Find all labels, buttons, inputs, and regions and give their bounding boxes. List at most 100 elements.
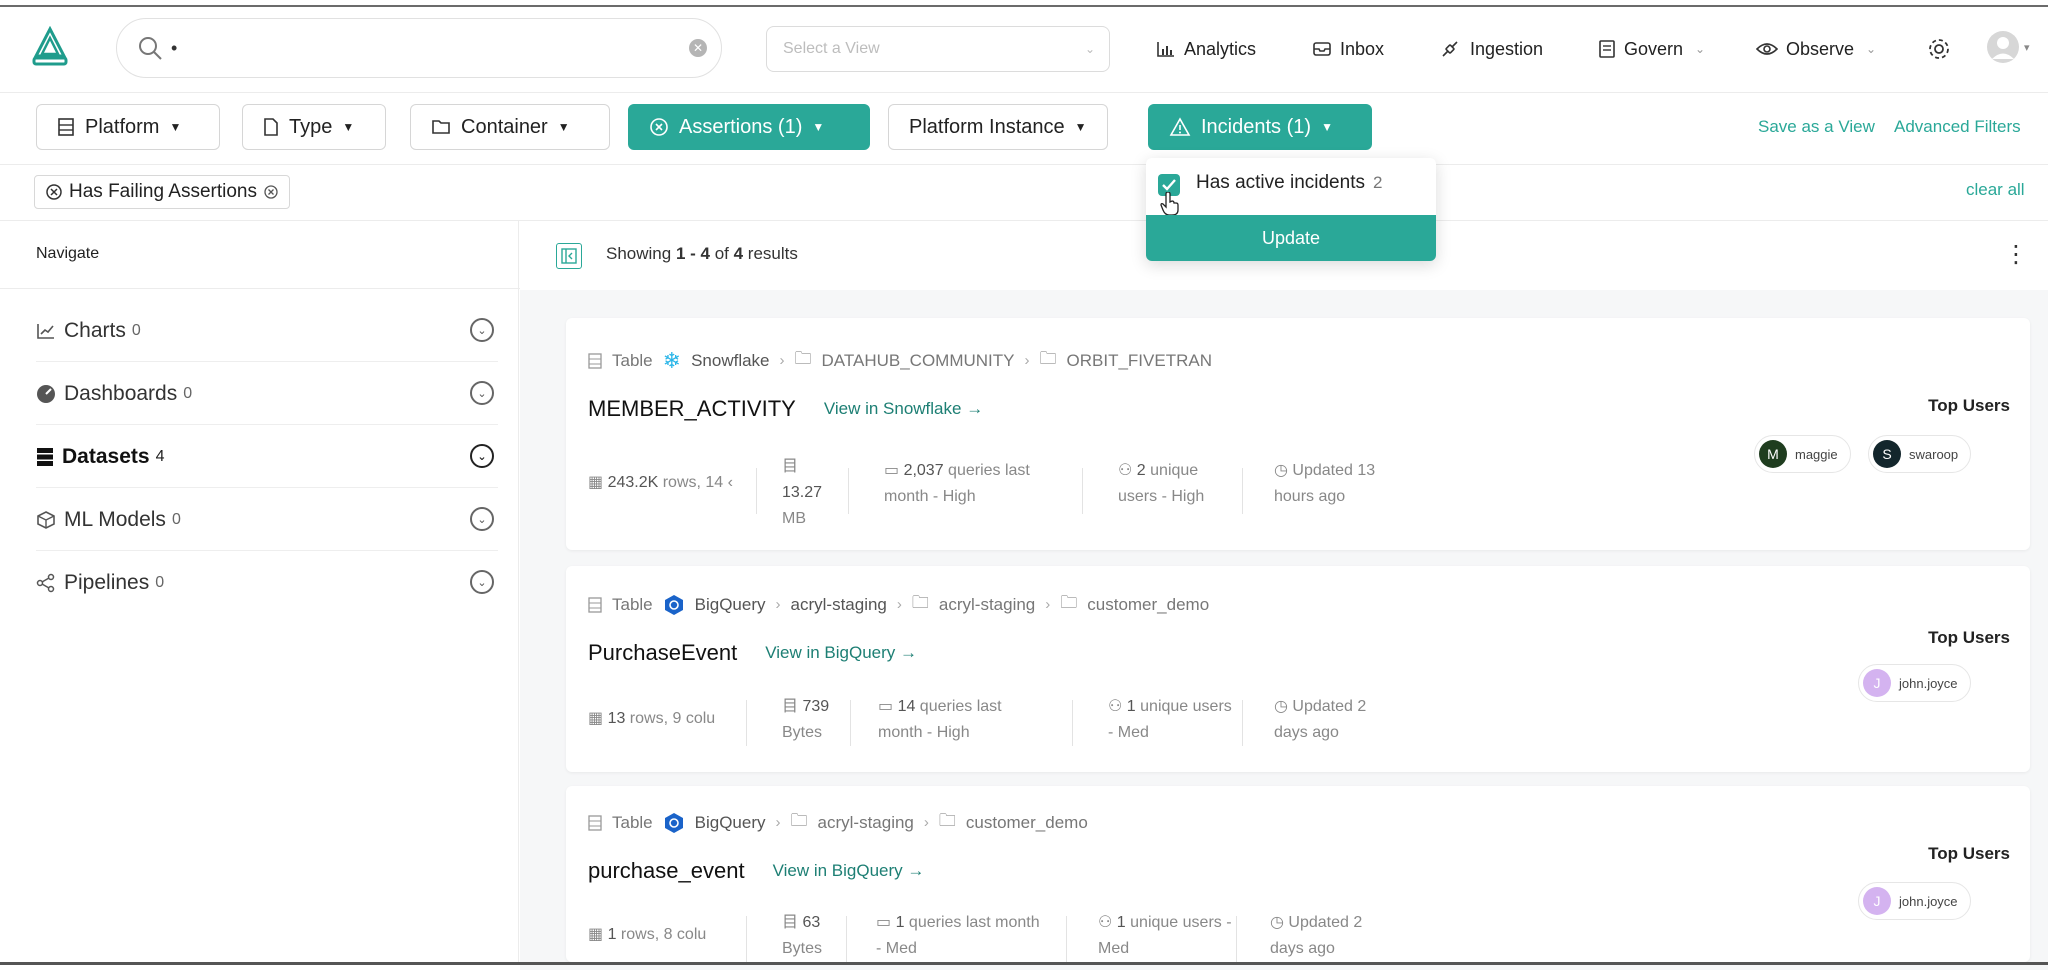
breadcrumb-container[interactable]: customer_demo bbox=[1087, 595, 1209, 615]
chevron-down-icon[interactable]: ⌄ bbox=[470, 444, 494, 468]
sidebar-title-divider bbox=[0, 288, 520, 289]
clear-all-link[interactable]: clear all bbox=[1966, 180, 2025, 200]
filter-platform[interactable]: Platform ▼ bbox=[36, 104, 220, 150]
breadcrumb-container[interactable]: acryl-staging bbox=[818, 813, 914, 833]
user-name: john.joyce bbox=[1899, 675, 1958, 691]
nav-ingestion[interactable]: Ingestion bbox=[1440, 34, 1543, 64]
breadcrumb-container[interactable]: customer_demo bbox=[966, 813, 1088, 833]
size-value: 63 bbox=[802, 914, 821, 931]
view-in-platform-link[interactable]: View in BigQuery → bbox=[765, 643, 917, 663]
user-pill[interactable]: S swaroop bbox=[1868, 435, 1972, 473]
stat-queries: ▭ 1 queries last month - Med bbox=[876, 914, 1040, 957]
folder-icon: 🗀 bbox=[938, 811, 956, 830]
stat-divider bbox=[1236, 916, 1237, 962]
breadcrumb: Table BigQuery › acryl-staging › 🗀 acryl… bbox=[588, 590, 1209, 619]
nav-analytics[interactable]: Analytics bbox=[1156, 34, 1256, 64]
collapse-sidebar-icon[interactable] bbox=[556, 243, 582, 269]
remove-filter-icon[interactable] bbox=[263, 184, 279, 200]
sidebar-vertical-divider bbox=[518, 220, 519, 962]
breadcrumb-container[interactable]: acryl-staging bbox=[939, 595, 1035, 615]
more-options-icon[interactable]: ⋮ bbox=[2004, 240, 2028, 269]
chevron-down-icon[interactable]: ⌄ bbox=[470, 318, 494, 342]
snowflake-icon: ❄ bbox=[662, 347, 682, 373]
platform-name[interactable]: Snowflake bbox=[691, 351, 769, 371]
filter-container[interactable]: Container ▼ bbox=[410, 104, 610, 150]
platform-icon bbox=[57, 117, 75, 137]
nav-govern[interactable]: Govern ⌄ bbox=[1598, 34, 1705, 64]
view-in-platform-link[interactable]: View in BigQuery → bbox=[773, 861, 925, 881]
result-card[interactable]: Table ❄ Snowflake › 🗀 DATAHUB_COMMUNITY … bbox=[566, 318, 2030, 550]
user-pill[interactable]: J john.joyce bbox=[1858, 882, 1971, 920]
sidebar-item-datasets[interactable]: Datasets 4 ⌄ bbox=[36, 426, 498, 488]
stat-updated: ◷ Updated 2 days ago bbox=[1274, 698, 1367, 741]
bigquery-icon bbox=[663, 594, 685, 616]
platform-name[interactable]: BigQuery bbox=[695, 813, 766, 833]
chevron-down-icon[interactable]: ⌄ bbox=[470, 570, 494, 594]
queries-line1: queries last bbox=[915, 698, 1002, 715]
search-input[interactable]: • bbox=[171, 38, 689, 59]
app-logo[interactable] bbox=[30, 26, 70, 70]
nav-inbox-label: Inbox bbox=[1340, 38, 1385, 59]
filter-type[interactable]: Type ▼ bbox=[242, 104, 386, 150]
updated-line1: Updated 13 bbox=[1292, 462, 1376, 479]
user-avatar[interactable]: ▾ bbox=[1986, 30, 2030, 64]
nav-observe[interactable]: Observe ⌄ bbox=[1756, 34, 1876, 64]
filter-platform-instance[interactable]: Platform Instance ▼ bbox=[888, 104, 1108, 150]
view-in-platform-link[interactable]: View in Snowflake → bbox=[824, 399, 983, 419]
save-as-view-link[interactable]: Save as a View bbox=[1758, 117, 1875, 137]
entity-name[interactable]: MEMBER_ACTIVITY bbox=[588, 396, 796, 422]
database-icon bbox=[36, 447, 54, 467]
advanced-filters-link[interactable]: Advanced Filters bbox=[1894, 117, 2021, 137]
cube-icon bbox=[36, 510, 56, 530]
sidebar-item-pipelines[interactable]: Pipelines 0 ⌄ bbox=[36, 552, 498, 614]
entity-name[interactable]: purchase_event bbox=[588, 858, 745, 884]
stats-row: ▦ 243.2K rows, 14 ‹ 目 13.27 MB ▭ 2,037 que… bbox=[588, 458, 1488, 527]
sidebar-item-count: 4 bbox=[155, 448, 165, 465]
stat-divider bbox=[746, 700, 747, 746]
entity-name[interactable]: PurchaseEvent bbox=[588, 640, 737, 666]
search-bar[interactable]: • ✕ bbox=[116, 18, 722, 78]
breadcrumb-container[interactable]: ORBIT_FIVETRAN bbox=[1067, 351, 1212, 371]
filter-assertions-label: Assertions (1) bbox=[679, 115, 803, 138]
nav-inbox[interactable]: Inbox bbox=[1312, 34, 1384, 64]
queries-value: 2,037 bbox=[903, 462, 944, 479]
results-of: of bbox=[709, 244, 734, 263]
share-icon bbox=[36, 573, 56, 593]
queries-line1: queries last bbox=[943, 462, 1030, 479]
updated-line2: hours ago bbox=[1274, 488, 1346, 505]
breadcrumb-container[interactable]: acryl-staging bbox=[791, 595, 887, 615]
filter-incidents[interactable]: Incidents (1) ▼ bbox=[1148, 104, 1372, 150]
chevron-down-icon[interactable]: ⌄ bbox=[470, 381, 494, 405]
caret-down-icon: ▼ bbox=[342, 120, 355, 134]
update-button[interactable]: Update bbox=[1146, 215, 1436, 261]
sidebar-item-divider bbox=[36, 424, 498, 425]
filter-assertions[interactable]: Assertions (1) ▼ bbox=[628, 104, 870, 150]
chevron-down-icon[interactable]: ⌄ bbox=[470, 507, 494, 531]
user-pill[interactable]: J john.joyce bbox=[1858, 664, 1971, 702]
stat-divider bbox=[1082, 468, 1083, 514]
platform-name[interactable]: BigQuery bbox=[695, 595, 766, 615]
breadcrumb-container[interactable]: DATAHUB_COMMUNITY bbox=[822, 351, 1015, 371]
stats-row: ▦ 13 rows, 9 colu 目 739 Bytes ▭ 14 querie… bbox=[588, 696, 1488, 756]
user-pill[interactable]: M maggie bbox=[1754, 435, 1851, 473]
incident-option[interactable]: Has active incidents 2 bbox=[1196, 172, 1382, 194]
sidebar-item-count: 0 bbox=[131, 322, 141, 339]
book-icon bbox=[1598, 39, 1616, 59]
line-chart-icon bbox=[36, 322, 56, 340]
entity-title-row: MEMBER_ACTIVITY View in Snowflake → bbox=[588, 396, 983, 422]
clear-search-icon[interactable]: ✕ bbox=[689, 39, 707, 57]
view-select[interactable]: Select a View ⌄ bbox=[766, 26, 1110, 72]
sidebar-item-dashboards[interactable]: Dashboards 0 ⌄ bbox=[36, 363, 498, 425]
filter-incidents-label: Incidents (1) bbox=[1201, 115, 1312, 138]
gear-icon[interactable] bbox=[1926, 36, 1952, 62]
breadcrumb: Table BigQuery › 🗀 acryl-staging › 🗀 cus… bbox=[588, 808, 1088, 837]
file-icon bbox=[263, 117, 279, 137]
result-card[interactable]: Table BigQuery › acryl-staging › 🗀 acryl… bbox=[566, 566, 2030, 772]
sidebar-item-ml-models[interactable]: ML Models 0 ⌄ bbox=[36, 489, 498, 551]
stat-rows: ▦ 13 rows, 9 colu bbox=[588, 710, 716, 727]
chevron-down-icon: ⌄ bbox=[1084, 42, 1095, 56]
stat-divider bbox=[756, 468, 757, 514]
result-card[interactable]: Table BigQuery › 🗀 acryl-staging › 🗀 cus… bbox=[566, 786, 2030, 962]
sidebar-item-charts[interactable]: Charts 0 ⌄ bbox=[36, 300, 498, 362]
stat-rows: ▦ 243.2K rows, 14 ‹ bbox=[588, 474, 733, 491]
